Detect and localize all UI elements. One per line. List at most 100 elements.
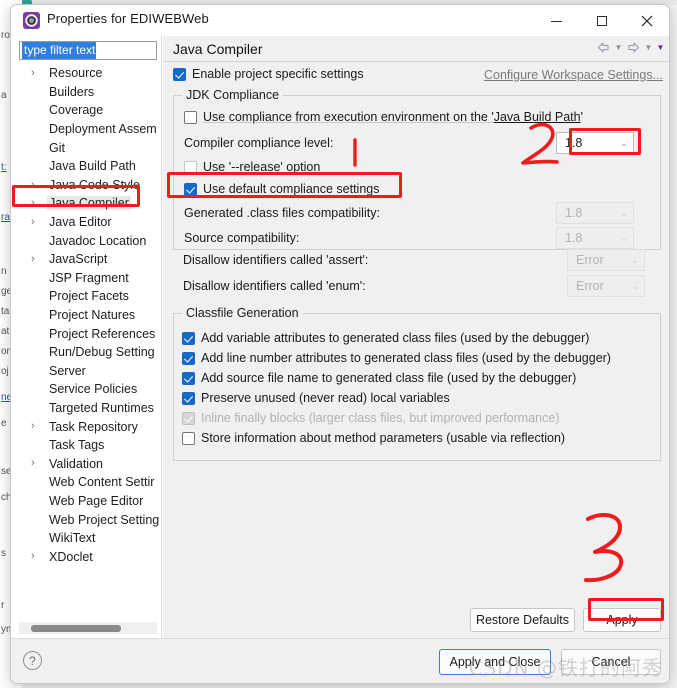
tree-item-jsp-fragment[interactable]: JSP Fragment [17,269,162,288]
compiler-compliance-level-select[interactable]: 1.8 ⌄ [556,132,634,154]
chevron-right-icon[interactable]: › [31,67,40,79]
arrow-right-icon[interactable] [626,40,641,55]
chevron-right-icon[interactable]: › [31,550,40,562]
tree-item-project-natures[interactable]: Project Natures [17,306,162,325]
tree-item-label: Project Facets [49,289,129,304]
forward-history-chevron-down-icon[interactable]: ▼ [644,43,653,52]
classfile-option-label: Inline finally blocks (larger class file… [201,411,560,425]
tree-item-server[interactable]: Server [17,362,162,381]
tree-item-project-facets[interactable]: Project Facets [17,287,162,306]
tree-item-label: Web Project Setting [49,512,160,527]
selected-value: 1.8 [565,136,583,150]
chevron-right-icon[interactable]: › [31,216,40,228]
chevron-right-icon[interactable]: › [31,420,40,432]
configure-workspace-settings-link[interactable]: Configure Workspace Settings... [484,68,663,82]
tree-item-project-references[interactable]: Project References [17,324,162,343]
tree-item-git[interactable]: Git [17,138,162,157]
dialog-titlebar[interactable]: Properties for EDIWEBWeb [11,5,669,36]
chevron-right-icon[interactable]: › [31,457,40,469]
tree-item-xdoclet[interactable]: › XDoclet [17,547,162,566]
classfile-generation-group: Classfile Generation Add variable attrib… [173,306,661,461]
tree-horizontal-scrollbar[interactable] [19,622,157,634]
disallow-enum-select: Error ⌄ [567,275,645,297]
tree-item-web-content-settir[interactable]: Web Content Settir [17,473,162,492]
close-button[interactable] [624,5,669,36]
tree-item-run-debug-setting[interactable]: Run/Debug Setting [17,343,162,362]
tree-item-targeted-runtimes[interactable]: Targeted Runtimes [17,399,162,418]
tree-item-wikitext[interactable]: WikiText [17,529,162,548]
page-content: Enable project specific settings Configu… [163,63,669,640]
checkbox-indicator [173,67,186,81]
use-default-compliance-settings-checkbox[interactable]: Use default compliance settings [184,182,379,196]
tree-item-label: Web Content Settir [49,475,155,490]
question-mark-icon[interactable]: ? [23,651,42,670]
page-header: Java Compiler ▼ ▼ ▼ [163,36,669,62]
generated-class-files-compatibility-label: Generated .class files compatibility: [184,206,380,220]
tree-item-java-build-path[interactable]: Java Build Path [17,157,162,176]
selected-value: Error [576,279,604,293]
minimize-button[interactable] [534,5,579,36]
dialog-title: Properties for EDIWEBWeb [47,11,209,26]
enable-project-specific-settings-label: Enable project specific settings [192,67,364,81]
label-text: Source compatibility: [184,231,300,245]
filter-input[interactable]: type filter text [19,41,157,60]
classfile-option-label: Add variable attributes to generated cla… [201,331,590,345]
maximize-button[interactable] [579,5,624,36]
checkbox-indicator [184,110,197,124]
apply-button[interactable]: Apply [583,608,661,632]
label-text: Disallow identifiers called 'assert': [183,253,369,267]
chevron-right-icon[interactable]: › [31,197,40,209]
classfile-option-5[interactable]: Store information about method parameter… [182,428,654,448]
chevron-down-icon: ⌄ [631,280,639,291]
chevron-right-icon[interactable]: › [31,253,40,265]
tree-item-deployment-assem[interactable]: Deployment Assem [17,120,162,139]
chevron-right-icon[interactable]: › [31,179,40,191]
tree-item-label: Git [49,140,65,155]
tree-scrollbar-thumb[interactable] [31,625,121,632]
classfile-options-list: Add variable attributes to generated cla… [182,328,654,448]
tree-item-builders[interactable]: Builders [17,83,162,102]
tree-item-web-project-setting[interactable]: Web Project Setting [17,510,162,529]
checkbox-indicator [182,371,195,385]
tree-item-resource[interactable]: › Resource [17,64,162,83]
enable-project-specific-settings-checkbox[interactable]: Enable project specific settings [173,67,364,81]
tree-item-label: Task Repository [49,419,138,434]
tree-item-validation[interactable]: › Validation [17,454,162,473]
tree-item-java-compiler[interactable]: › Java Compiler [17,194,162,213]
tree-item-javascript[interactable]: › JavaScript [17,250,162,269]
tree-item-java-code-style[interactable]: › Java Code Style [17,176,162,195]
classfile-option-3[interactable]: Preserve unused (never read) local varia… [182,388,654,408]
background-fragment-15: r [1,600,5,611]
settings-tree[interactable]: › Resource Builders Coverage Deployment Asse… [17,64,162,629]
classfile-option-0[interactable]: Add variable attributes to generated cla… [182,328,654,348]
use-execution-env-label-suffix: ' [580,110,583,124]
disallow-enum-label: Disallow identifiers called 'enum': [183,279,366,293]
tree-item-service-policies[interactable]: Service Policies [17,380,162,399]
background-fragment-3: ra [1,212,10,223]
checkbox-indicator [182,431,195,445]
chevron-down-filled-icon[interactable]: ▼ [656,43,665,52]
use-compliance-from-execution-environment-checkbox[interactable]: Use compliance from execution environmen… [184,110,583,124]
page-nav-icons: ▼ ▼ ▼ [596,40,665,55]
classfile-option-1[interactable]: Add line number attributes to generated … [182,348,654,368]
settings-tree-pane: type filter text › Resource Builders Covera… [17,36,162,640]
tree-item-coverage[interactable]: Coverage [17,101,162,120]
eclipse-properties-icon [23,12,40,29]
classfile-option-2[interactable]: Add source file name to generated class … [182,368,654,388]
source-compatibility-label: Source compatibility: [184,231,299,245]
label-text: Use default compliance settings [203,182,380,196]
tree-item-task-repository[interactable]: › Task Repository [17,417,162,436]
java-build-path-link[interactable]: Java Build Path [494,110,581,124]
jdk-compliance-group: JDK Compliance Use compliance from execu… [173,88,661,250]
back-history-chevron-down-icon[interactable]: ▼ [614,43,623,52]
tree-item-java-editor[interactable]: › Java Editor [17,213,162,232]
checkbox-indicator [184,182,197,196]
tree-item-task-tags[interactable]: Task Tags [17,436,162,455]
tree-item-web-page-editor[interactable]: Web Page Editor [17,492,162,511]
restore-defaults-button[interactable]: Restore Defaults [470,608,575,632]
tree-item-label: Java Build Path [49,159,136,174]
chevron-down-icon: ⌄ [620,137,628,148]
tree-item-javadoc-location[interactable]: Javadoc Location [17,231,162,250]
disallow-assert-select: Error ⌄ [567,249,645,271]
arrow-left-icon[interactable] [596,40,611,55]
